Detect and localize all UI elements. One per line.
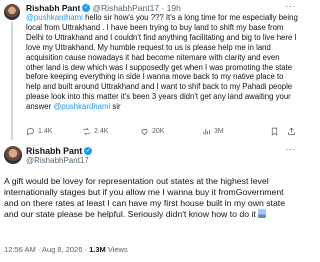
like-count: 20K <box>152 127 165 135</box>
tweet-actions: 1.4K 2.4K 20K 3M <box>26 125 296 137</box>
tweet-text-body: A gift would be lovey for representation… <box>4 176 286 219</box>
avatar[interactable] <box>4 4 20 20</box>
verified-badge-icon: ✓ <box>84 147 93 155</box>
mention-link[interactable]: @pushkardhami <box>26 13 83 22</box>
share-icon[interactable] <box>287 127 296 136</box>
reply-icon <box>27 127 34 136</box>
reply-count: 1.4K <box>38 127 53 135</box>
tweet-text-end: sir <box>110 102 121 112</box>
tweet-time[interactable]: 19h <box>167 3 181 13</box>
views-label: Views <box>105 245 128 254</box>
author-handle[interactable]: @RishabhPant17 <box>26 156 89 165</box>
tweet-timestamp: 12:56 AM · Aug 8, 2026 · 1.3M Views <box>4 245 128 254</box>
mention-link[interactable]: @pushkardhami <box>53 102 110 111</box>
bookmark-icon[interactable] <box>270 127 279 136</box>
emoji-icon <box>258 209 267 218</box>
reply-button[interactable]: 1.4K <box>26 127 82 136</box>
views-button[interactable]: 3M <box>202 127 258 136</box>
tweet-parent[interactable]: Rishabh Pant ✓ @RishabhPant17 · 19h ··· … <box>0 0 300 143</box>
repost-count: 2.4K <box>94 127 109 135</box>
more-icon[interactable]: ··· <box>286 1 297 11</box>
tweet-time[interactable]: 12:56 AM · Aug 8, 2026 · <box>4 245 89 254</box>
author-handle[interactable]: @RishabhPant17 <box>92 3 159 13</box>
like-icon <box>141 128 148 135</box>
share-group <box>270 127 296 136</box>
tweet-header: Rishabh Pant ✓ <box>26 146 94 156</box>
views-icon <box>203 128 210 134</box>
thread-line <box>11 22 13 140</box>
views-count: 1.3M <box>89 245 106 254</box>
tweet-text: A gift would be lovey for representation… <box>4 176 296 220</box>
more-icon[interactable]: ··· <box>286 144 297 154</box>
tweet-text-body: hello sir how's you ??? It's a long time… <box>26 13 298 112</box>
verified-badge-icon: ✓ <box>82 4 91 12</box>
tweet-main[interactable]: Rishabh Pant ✓ @RishabhPant17 ··· A gift… <box>0 143 300 262</box>
repost-icon <box>83 127 90 135</box>
repost-button[interactable]: 2.4K <box>82 127 140 136</box>
author-name[interactable]: Rishabh Pant <box>26 146 82 156</box>
separator-dot: · <box>159 3 167 13</box>
author-name[interactable]: Rishabh Pant <box>26 3 80 13</box>
views-count: 3M <box>214 127 224 135</box>
tweet-text: @pushkardhami hello sir how's you ??? It… <box>26 13 298 112</box>
like-button[interactable]: 20K <box>140 127 202 136</box>
avatar[interactable] <box>4 146 22 164</box>
